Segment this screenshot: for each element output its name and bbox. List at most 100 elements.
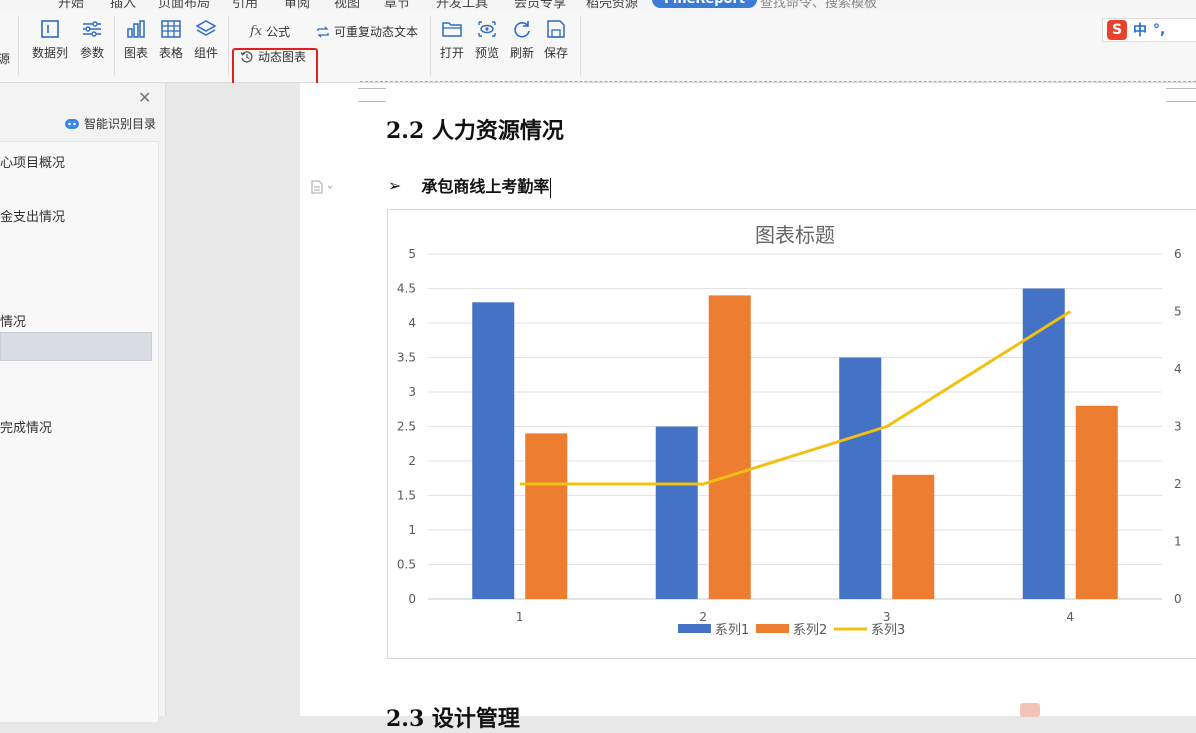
params-button[interactable]: 参数 [76, 18, 108, 61]
bullet-text: 承包商线上考勤率 [421, 177, 550, 196]
tab-member[interactable]: 会员专享 [514, 0, 566, 10]
chart-button[interactable]: 图表 [122, 18, 150, 61]
component-button[interactable]: 组件 [192, 18, 220, 61]
y-right-tick-label: 3 [1174, 420, 1182, 434]
bar-系列2 [708, 295, 751, 599]
tab-references[interactable]: 引用 [232, 0, 258, 10]
floating-tool-icon[interactable] [1020, 703, 1040, 717]
refresh-button[interactable]: 刷新 [508, 18, 536, 61]
tab-insert[interactable]: 插入 [110, 0, 136, 10]
legend-label: 系列2 [793, 623, 827, 638]
margin-corner-mark [358, 88, 386, 102]
tab-chapter[interactable]: 章节 [384, 0, 410, 10]
repeatable-text-label: 可重复动态文本 [334, 25, 419, 39]
fx-icon: fx [250, 24, 263, 39]
y-left-tick-label: 3.5 [397, 351, 416, 365]
margin-corner-mark [1166, 88, 1196, 102]
y-left-tick-label: 4.5 [397, 282, 416, 296]
command-search[interactable]: 查找命令、搜索模板 [760, 0, 877, 10]
folder-icon [442, 22, 462, 37]
save-label: 保存 [543, 46, 568, 60]
bar-系列2 [1075, 405, 1118, 599]
data-column-label: 数据列 [31, 46, 68, 60]
ime-mode[interactable]: 中 [1133, 20, 1147, 40]
smart-toc-label: 智能识别目录 [84, 117, 157, 131]
save-icon [547, 20, 565, 38]
workspace-background [166, 83, 300, 716]
embedded-chart[interactable]: 图表标题 0 0.5 1 1.5 2 2.5 3 3.5 4 4.5 5 0 1 2 3 4 5 6 1 2 3 4 系列1 系… [387, 209, 1196, 659]
tab-page-layout[interactable]: 页面布局 [158, 0, 210, 10]
paragraph-menu-icon[interactable] [310, 179, 336, 198]
legend-label: 系列1 [715, 623, 749, 638]
ribbon-toolbar: 源 数据列 参数 图表 表格 组件 fx 公式 可重复动态文本 动态图表 打开 [0, 10, 1196, 90]
y-right-tick-label: 5 [1174, 305, 1182, 319]
bar-系列1 [839, 357, 882, 599]
y-left-tick-label: 1 [408, 523, 416, 537]
ribbon-tab-bar: 开始 插入 页面布局 引用 审阅 视图 章节 开发工具 会员专享 稻壳资源 Fi… [0, 0, 1196, 10]
toc-list: 心项目概况 金支出情况 情况 完成情况 [0, 141, 159, 723]
close-icon[interactable]: ✕ [138, 88, 151, 107]
bar-系列1 [472, 302, 515, 599]
formula-button[interactable]: fx 公式 [250, 23, 290, 40]
y-right-tick-label: 2 [1174, 477, 1182, 491]
data-column-button[interactable]: 数据列 [30, 18, 70, 61]
ime-punct[interactable]: °, [1153, 22, 1165, 38]
y-left-tick-label: 0 [408, 592, 416, 606]
toc-item[interactable]: 金支出情况 [0, 206, 65, 225]
y-right-tick-label: 4 [1174, 362, 1182, 376]
layers-icon [195, 20, 217, 36]
tab-developer[interactable]: 开发工具 [436, 0, 488, 10]
tab-finereport[interactable]: FineReport [652, 0, 758, 8]
component-label: 组件 [193, 46, 218, 60]
section-heading[interactable]: 2.2 人力资源情况 [386, 113, 564, 145]
document-page[interactable]: 2.2 人力资源情况 ➢ 承包商线上考勤率 图表标题 0 0.5 1 1.5 2 2.5 3 3… [300, 81, 1196, 732]
y-left-tick-label: 5 [408, 247, 416, 261]
sogou-logo-icon: S [1107, 20, 1127, 40]
bar-chart-icon [127, 20, 145, 38]
toc-item-selected[interactable] [0, 332, 152, 361]
text-caret [550, 177, 552, 198]
bullet-paragraph[interactable]: ➢ 承包商线上考勤率 [388, 173, 552, 198]
toc-item[interactable]: 完成情况 [0, 417, 52, 436]
bar-系列1 [1022, 288, 1065, 599]
arrow-bullet-icon: ➢ [388, 175, 402, 195]
y-right-tick-label: 6 [1174, 247, 1182, 261]
tab-start[interactable]: 开始 [58, 0, 84, 10]
y-left-tick-label: 1.5 [397, 489, 416, 503]
preview-eye-icon [478, 21, 496, 37]
repeat-icon [317, 26, 329, 37]
y-left-tick-label: 4 [408, 316, 416, 330]
chart-canvas: 图表标题 0 0.5 1 1.5 2 2.5 3 3.5 4 4.5 5 0 1 2 3 4 5 6 1 2 3 4 系列1 系… [397, 224, 1182, 638]
section-heading[interactable]: 2.3 设计管理 [386, 701, 520, 733]
toc-item[interactable]: 情况 [0, 311, 26, 330]
save-button[interactable]: 保存 [542, 18, 570, 61]
formula-label: 公式 [266, 25, 291, 39]
y-right-tick-label: 0 [1174, 592, 1182, 606]
data-source-label: 源 [0, 52, 11, 66]
open-button[interactable]: 打开 [438, 18, 466, 61]
bar-系列2 [892, 474, 935, 599]
preview-button[interactable]: 预览 [473, 18, 501, 61]
line-系列3 [519, 310, 1072, 486]
preview-label: 预览 [474, 46, 499, 60]
data-source-button[interactable]: 源 [0, 50, 10, 67]
legend-swatch [678, 624, 711, 633]
repeatable-text-button[interactable]: 可重复动态文本 [316, 23, 418, 40]
smart-toc-button[interactable]: 智能识别目录 [64, 115, 156, 132]
x-tick-label: 1 [516, 610, 524, 624]
legend-swatch [756, 624, 789, 633]
chart-title: 图表标题 [755, 224, 835, 247]
toc-item[interactable]: 心项目概况 [0, 152, 65, 171]
legend-label: 系列3 [871, 623, 905, 638]
bar-系列2 [525, 433, 568, 599]
table-button[interactable]: 表格 [157, 18, 185, 61]
refresh-icon [514, 21, 530, 38]
y-left-tick-label: 3 [408, 385, 416, 399]
y-left-tick-label: 0.5 [397, 558, 416, 572]
table-label: 表格 [158, 46, 183, 60]
tab-view[interactable]: 视图 [334, 0, 360, 10]
tab-review[interactable]: 审阅 [284, 0, 310, 10]
ime-status-bar[interactable]: S 中 °, [1102, 18, 1196, 42]
chart-label: 图表 [123, 46, 148, 60]
tab-docer[interactable]: 稻壳资源 [586, 0, 638, 10]
